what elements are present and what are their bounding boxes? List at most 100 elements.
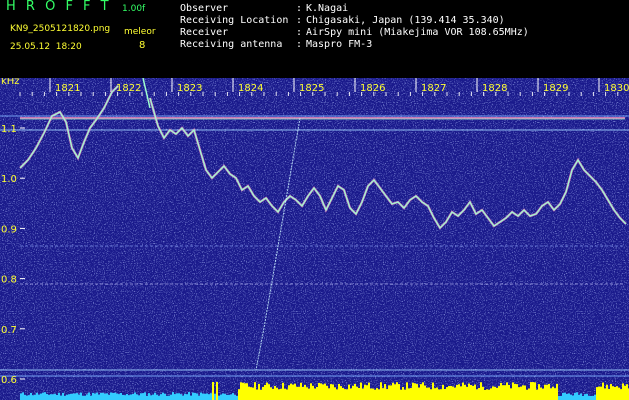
signal-level-bar bbox=[532, 382, 534, 400]
signal-level-bar bbox=[196, 393, 198, 400]
signal-level-bar bbox=[224, 393, 226, 400]
signal-level-bar bbox=[366, 385, 368, 400]
signal-level-bar bbox=[230, 394, 232, 400]
signal-level-bar bbox=[24, 394, 26, 400]
y-tick-label: 0.9 bbox=[1, 224, 17, 235]
signal-level-bar bbox=[198, 395, 200, 400]
signal-level-bar bbox=[20, 393, 22, 400]
signal-level-bar bbox=[334, 387, 336, 400]
signal-level-bar bbox=[258, 383, 260, 400]
signal-level-bar bbox=[324, 383, 326, 400]
signal-level-bar bbox=[538, 384, 540, 400]
signal-level-bar bbox=[372, 388, 374, 400]
signal-level-bar bbox=[68, 394, 70, 400]
signal-level-bar bbox=[100, 392, 102, 400]
signal-level-bar bbox=[26, 395, 28, 400]
signal-level-bar bbox=[202, 393, 204, 400]
signal-level-bar bbox=[448, 385, 450, 400]
signal-level-bar bbox=[64, 395, 66, 400]
signal-level-bar bbox=[618, 387, 620, 400]
signal-level-bar bbox=[106, 393, 108, 400]
signal-level-bar bbox=[28, 395, 30, 400]
info-sep: : bbox=[296, 15, 303, 26]
signal-level-bar bbox=[314, 388, 316, 400]
signal-level-bar bbox=[192, 392, 194, 400]
signal-level-bar bbox=[400, 389, 402, 400]
signal-level-bar bbox=[480, 382, 482, 400]
signal-level-bar bbox=[594, 394, 596, 400]
signal-level-bar bbox=[122, 394, 124, 400]
signal-level-bar bbox=[570, 394, 572, 400]
signal-level-bar bbox=[308, 388, 310, 400]
signal-level-bar bbox=[142, 393, 144, 400]
signal-level-bar bbox=[364, 384, 366, 400]
signal-level-bar bbox=[116, 393, 118, 400]
signal-level-bar bbox=[558, 395, 560, 400]
signal-level-bar bbox=[300, 382, 302, 400]
signal-level-bar bbox=[604, 388, 606, 400]
signal-level-bar bbox=[468, 383, 470, 400]
signal-level-bar bbox=[592, 395, 594, 400]
signal-level-bar bbox=[444, 389, 446, 400]
signal-level-bar bbox=[216, 382, 218, 400]
info-label-antenna: Receiving antenna bbox=[180, 39, 283, 50]
signal-level-bar bbox=[212, 382, 214, 400]
signal-level-bar bbox=[286, 389, 288, 400]
signal-level-bar bbox=[620, 389, 622, 400]
signal-level-bar bbox=[606, 384, 608, 400]
x-tick-label: 1822 bbox=[116, 83, 141, 94]
signal-level-bar bbox=[210, 393, 212, 400]
signal-level-bar bbox=[302, 386, 304, 400]
signal-level-bar bbox=[370, 388, 372, 400]
signal-level-bar bbox=[450, 385, 452, 400]
signal-level-bar bbox=[236, 395, 238, 400]
signal-level-bar bbox=[56, 394, 58, 400]
file-name: KN9_2505121820.png bbox=[10, 24, 111, 34]
signal-level-bar bbox=[484, 389, 486, 400]
y-tick-label: 0.6 bbox=[1, 375, 17, 386]
signal-level-bar bbox=[454, 387, 456, 400]
signal-level-bar bbox=[118, 394, 120, 400]
signal-level-bar bbox=[376, 388, 378, 400]
signal-level-bar bbox=[360, 382, 362, 400]
signal-level-bar bbox=[292, 384, 294, 400]
signal-level-bar bbox=[132, 393, 134, 400]
signal-level-bar bbox=[382, 388, 384, 400]
signal-level-bar bbox=[76, 393, 78, 400]
signal-level-bar bbox=[120, 393, 122, 400]
signal-level-bar bbox=[514, 383, 516, 400]
signal-level-bar bbox=[114, 392, 116, 400]
signal-level-bar bbox=[380, 382, 382, 400]
signal-level-bar bbox=[410, 388, 412, 400]
signal-level-bar bbox=[464, 384, 466, 400]
signal-level-bar bbox=[598, 386, 600, 400]
signal-level-bar bbox=[596, 387, 598, 400]
signal-level-bar bbox=[614, 386, 616, 400]
signal-level-bar bbox=[40, 393, 42, 400]
signal-level-bar bbox=[220, 394, 222, 400]
signal-level-bar bbox=[130, 394, 132, 400]
signal-level-bar bbox=[94, 393, 96, 400]
x-tick-label: 1830 bbox=[604, 83, 629, 94]
signal-level-bar bbox=[72, 393, 74, 400]
signal-level-bar bbox=[262, 386, 264, 400]
signal-level-bar bbox=[564, 392, 566, 400]
signal-level-bar bbox=[418, 387, 420, 400]
signal-level-bar bbox=[326, 385, 328, 400]
signal-level-bar bbox=[180, 394, 182, 400]
signal-level-bar bbox=[624, 385, 626, 400]
signal-level-bar bbox=[74, 393, 76, 400]
signal-level-bar bbox=[268, 384, 270, 400]
signal-level-bar bbox=[54, 393, 56, 400]
signal-level-bar bbox=[452, 386, 454, 400]
y-tick-label: 1.0 bbox=[1, 174, 17, 185]
info-value-observer: K.Nagai bbox=[306, 3, 349, 14]
signal-level-bar bbox=[456, 384, 458, 400]
signal-level-bar bbox=[358, 388, 360, 400]
signal-level-bar bbox=[264, 384, 266, 400]
signal-level-bar bbox=[406, 382, 408, 400]
signal-level-bar bbox=[22, 392, 24, 400]
signal-level-bar bbox=[272, 388, 274, 400]
signal-level-bar bbox=[610, 384, 612, 400]
signal-level-bar bbox=[600, 386, 602, 400]
